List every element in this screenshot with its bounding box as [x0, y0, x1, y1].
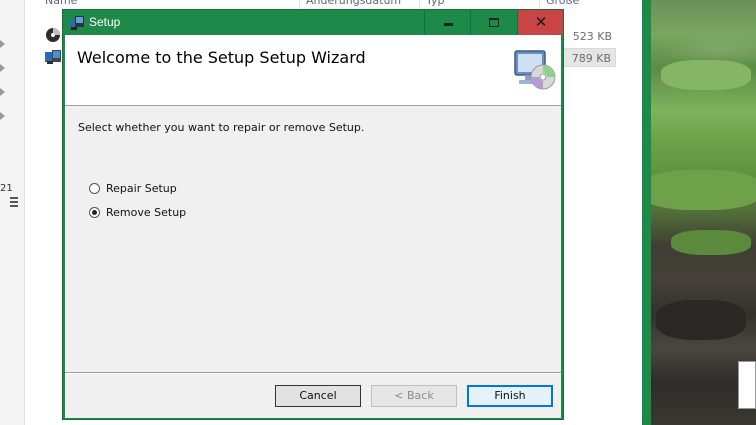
dialog-title: Setup: [89, 15, 121, 29]
close-button[interactable]: ✕: [517, 10, 563, 35]
wallpaper-hill: [671, 230, 751, 255]
minimize-icon: [444, 23, 453, 26]
remove-radio[interactable]: [89, 207, 100, 218]
dialog-body: Welcome to the Setup Setup Wizard Select…: [65, 35, 561, 418]
maximize-button[interactable]: [470, 10, 517, 35]
pane-number: 21: [0, 183, 13, 194]
cancel-button[interactable]: Cancel: [275, 385, 361, 407]
wizard-header: Welcome to the Setup Setup Wizard: [65, 35, 561, 106]
footer-divider: [65, 372, 561, 374]
setup-app-icon: [70, 16, 84, 30]
expand-arrow-icon[interactable]: [0, 88, 5, 96]
expand-arrow-icon[interactable]: [0, 64, 5, 72]
wallpaper-hill: [651, 170, 756, 210]
wallpaper-hill: [661, 60, 751, 90]
back-button: < Back: [371, 385, 457, 407]
cd-disc-icon[interactable]: [44, 27, 62, 43]
maximize-icon: [489, 18, 499, 27]
close-icon: ✕: [534, 13, 548, 31]
scroll-button[interactable]: [738, 361, 756, 409]
minimize-button[interactable]: [424, 10, 470, 35]
dialog-titlebar[interactable]: Setup ✕: [63, 10, 563, 35]
wizard-title: Welcome to the Setup Setup Wizard: [77, 48, 366, 67]
repair-label[interactable]: Repair Setup: [106, 182, 177, 195]
computer-cd-icon: [514, 50, 556, 90]
repair-radio[interactable]: [89, 183, 100, 194]
expand-arrow-icon[interactable]: [0, 40, 5, 48]
repair-option[interactable]: Repair Setup: [89, 182, 229, 198]
wallpaper-rock: [656, 300, 746, 340]
window-border: [642, 0, 651, 425]
installer-icon[interactable]: [44, 49, 62, 65]
setup-dialog: Setup ✕ Welcome to the Setup Setup Wizar…: [62, 9, 564, 420]
expand-arrow-icon[interactable]: [0, 112, 5, 120]
remove-option[interactable]: Remove Setup: [89, 206, 229, 222]
instruction-text: Select whether you want to repair or rem…: [78, 121, 365, 134]
navigation-pane: 21: [0, 0, 25, 425]
remove-label[interactable]: Remove Setup: [106, 206, 186, 219]
finish-button[interactable]: Finish: [467, 385, 553, 407]
pane-resize-grip-icon[interactable]: [10, 197, 18, 207]
